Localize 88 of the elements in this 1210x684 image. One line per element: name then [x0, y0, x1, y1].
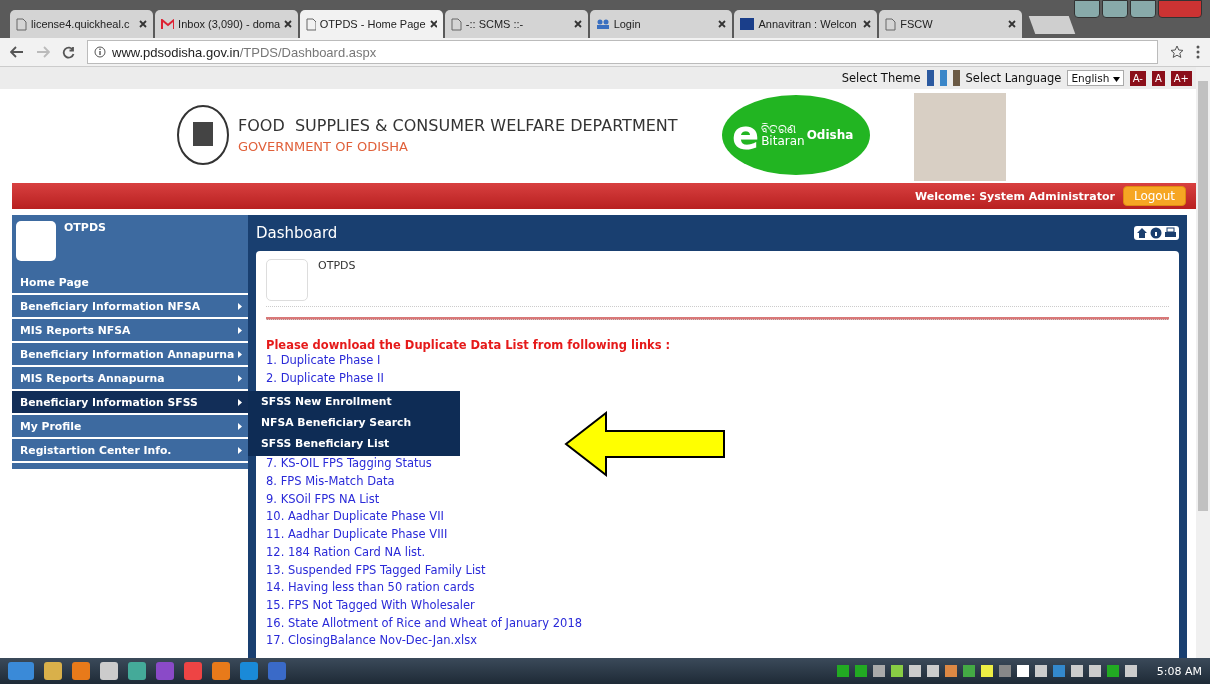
- submenu-item[interactable]: NFSA Beneficiary Search: [248, 412, 460, 433]
- print-icon[interactable]: [1164, 227, 1177, 239]
- page-icon: [450, 17, 462, 31]
- tray-icon[interactable]: [926, 665, 939, 677]
- browser-tab[interactable]: Inbox (3,090) - doma: [154, 10, 298, 38]
- logo-icon: [740, 18, 755, 30]
- language-select[interactable]: English: [1067, 70, 1124, 86]
- download-link[interactable]: 16. State Allotment of Rice and Wheat of January 2018: [266, 614, 583, 633]
- sidebar-title: OTPDS: [64, 221, 106, 236]
- download-link[interactable]: 8. FPS Mis-Match Data: [266, 473, 395, 491]
- download-link[interactable]: 13. Suspended FPS Tagged Family List: [266, 561, 486, 580]
- clock: 5:08 AM: [1156, 664, 1202, 678]
- tab-title: OTPDS - Home Page: [319, 18, 426, 30]
- submenu-item[interactable]: SFSS Beneficiary List: [248, 433, 460, 454]
- back-icon[interactable]: [10, 46, 24, 58]
- browser-tab[interactable]: Annavitran : Welcon: [734, 10, 878, 38]
- start-button[interactable]: [8, 662, 34, 680]
- submenu-item[interactable]: SFSS New Enrollment: [248, 391, 460, 412]
- download-link[interactable]: 1. Duplicate Phase I: [266, 352, 381, 370]
- minimize-button[interactable]: [1102, 0, 1128, 18]
- theme-swatch[interactable]: [939, 70, 947, 86]
- download-link[interactable]: 2. Duplicate Phase II: [266, 369, 384, 388]
- card-title: OTPDS: [318, 259, 356, 274]
- tray-icon[interactable]: [1124, 665, 1137, 677]
- tray-icon[interactable]: [872, 665, 885, 677]
- tab-title: -:: SCMS ::-: [465, 18, 525, 30]
- close-icon[interactable]: [718, 20, 727, 28]
- welcome-text: Welcome: System Administrator: [914, 189, 1115, 203]
- menu-item[interactable]: Beneficiary Information SFSS: [12, 391, 248, 415]
- browser-tab[interactable]: -:: SCMS ::-: [444, 10, 588, 38]
- new-tab-button[interactable]: [1028, 16, 1076, 34]
- close-icon[interactable]: [138, 20, 147, 28]
- theme-label: Select Theme: [841, 71, 921, 85]
- browser-tab[interactable]: FSCW: [879, 10, 1023, 38]
- menu-icon[interactable]: [1196, 45, 1200, 59]
- emblem-icon: [176, 104, 230, 166]
- reload-icon[interactable]: [62, 45, 75, 59]
- mail-icon: [160, 18, 175, 30]
- theme-swatch[interactable]: [952, 70, 960, 86]
- download-link[interactable]: 11. Aadhar Duplicate Phase VIII: [266, 526, 448, 544]
- theme-swatch[interactable]: [926, 70, 934, 86]
- address-field[interactable]: www.pdsodisha.gov.in/TPDS/Dashboard.aspx: [87, 40, 1158, 64]
- maximize-button[interactable]: [1130, 0, 1156, 18]
- dashboard-title: Dashboard: [256, 224, 338, 242]
- tab-title: Inbox (3,090) - doma: [178, 18, 281, 30]
- download-link[interactable]: 15. FPS Not Tagged With Wholesaler: [266, 596, 475, 615]
- restore-button[interactable]: [1074, 0, 1100, 18]
- tab-title: FSCW: [900, 18, 934, 30]
- tray-icon[interactable]: [980, 665, 993, 677]
- tray-icon[interactable]: [908, 665, 921, 677]
- close-button[interactable]: [1158, 0, 1202, 18]
- info-icon: [94, 46, 106, 58]
- star-icon[interactable]: [1170, 45, 1184, 59]
- download-link[interactable]: 10. Aadhar Duplicate Phase VII: [266, 508, 444, 527]
- caret-icon: [1112, 77, 1120, 82]
- font-size-button[interactable]: A-: [1129, 70, 1146, 86]
- close-icon[interactable]: [863, 20, 872, 28]
- page-icon: [16, 17, 27, 31]
- browser-tab[interactable]: license4.quickheal.c: [10, 10, 153, 38]
- download-link[interactable]: 14. Having less than 50 ration cards: [266, 579, 475, 597]
- page-icon: [305, 17, 316, 31]
- download-link[interactable]: 17. ClosingBalance Nov-Dec-Jan.xlsx: [266, 632, 477, 650]
- browser-tab[interactable]: OTPDS - Home Page: [299, 10, 443, 38]
- close-icon[interactable]: [429, 20, 437, 28]
- page-icon: [885, 17, 897, 31]
- tab-title: license4.quickheal.c: [31, 18, 131, 30]
- tray-icon[interactable]: [890, 665, 903, 677]
- tray-icon[interactable]: [1070, 665, 1083, 677]
- tray-icon[interactable]: [1034, 665, 1047, 677]
- info-icon[interactable]: [1150, 227, 1162, 239]
- font-size-button[interactable]: A: [1151, 70, 1165, 86]
- notice-text: Please download the Duplicate Data List from following links :: [266, 338, 672, 352]
- browser-tab[interactable]: Login: [589, 10, 733, 38]
- font-size-button[interactable]: A+: [1170, 70, 1192, 86]
- download-link[interactable]: 7. KS-OIL FPS Tagging Status: [266, 455, 432, 473]
- department-name: FOOD SUPPLIES & CONSUMER WELFARE DEPARTMENT: [238, 116, 679, 135]
- tab-title: Login: [613, 18, 642, 30]
- close-icon[interactable]: [1008, 20, 1017, 28]
- close-icon[interactable]: [284, 20, 292, 28]
- close-icon[interactable]: [573, 20, 582, 28]
- tab-title: Annavitran : Welcon: [758, 18, 858, 30]
- government-name: GOVERNMENT OF ODISHA: [238, 139, 409, 154]
- language-label: Select Language: [965, 71, 1062, 85]
- home-icon[interactable]: [1136, 227, 1148, 239]
- download-link[interactable]: 12. 184 Ration Card NA list.: [266, 543, 426, 562]
- download-link[interactable]: 9. KSOil FPS NA List: [266, 490, 380, 509]
- tray-icon[interactable]: [1016, 665, 1029, 677]
- tray-icon[interactable]: [1088, 665, 1101, 677]
